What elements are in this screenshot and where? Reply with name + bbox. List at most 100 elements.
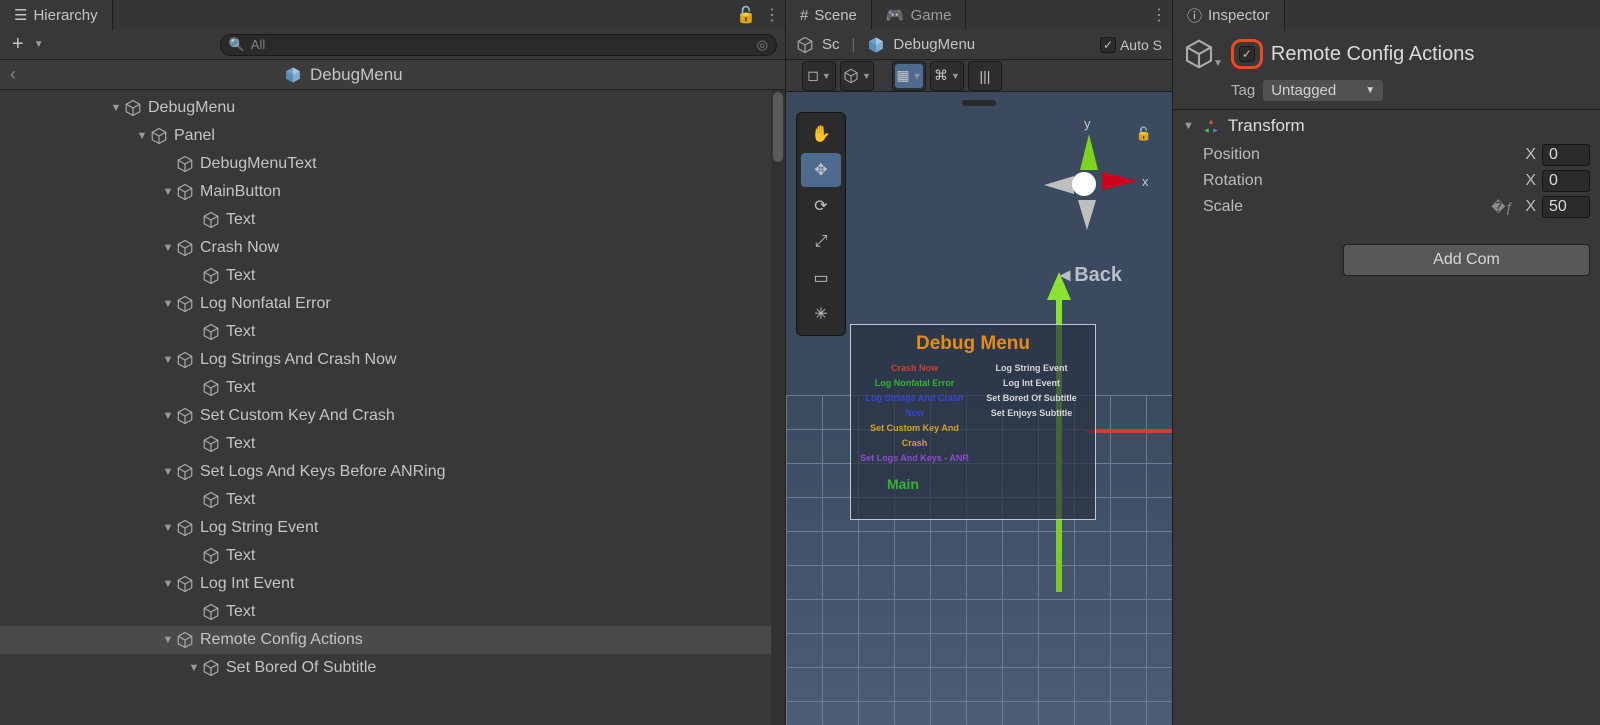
tb-group-grid: ▦▼ (892, 61, 926, 91)
active-checkbox-highlight: ✓ (1231, 39, 1263, 69)
foldout-icon[interactable]: ▼ (162, 578, 174, 590)
tree-item[interactable]: Text (0, 206, 785, 234)
axis-x: X (1525, 198, 1536, 216)
tree-item[interactable]: ▼Set Custom Key And Crash (0, 402, 785, 430)
tag-dropdown[interactable]: Untagged ▼ (1263, 80, 1383, 101)
create-dropdown-icon[interactable]: ▼ (34, 39, 44, 50)
tree-item[interactable]: Text (0, 430, 785, 458)
tag-label: Tag (1231, 82, 1255, 99)
transform-header[interactable]: ▼ Transform (1183, 116, 1590, 136)
add-component-button[interactable]: Add Com (1343, 244, 1590, 276)
tree-item[interactable]: ▼Log Nonfatal Error (0, 290, 785, 318)
crumb-current[interactable]: DebugMenu (893, 36, 975, 53)
create-button[interactable]: + (8, 33, 28, 56)
tab-scene[interactable]: # Scene (786, 0, 872, 30)
scale-row: Scale �ƒ X 50 (1183, 194, 1590, 220)
grid-button[interactable]: ▦▼ (895, 64, 923, 88)
rotate-tool[interactable]: ⟳ (801, 189, 841, 223)
orientation-gizmo[interactable]: y x 🔓 (1022, 122, 1142, 242)
hand-tool[interactable]: ✋ (801, 117, 841, 151)
move-tool[interactable]: ✥ (801, 153, 841, 187)
misc-button[interactable]: ||| (971, 64, 999, 88)
tree-item[interactable]: Text (0, 318, 785, 346)
hierarchy-tree[interactable]: ▼DebugMenu▼PanelDebugMenuText ▼ MainButton… (0, 90, 785, 725)
object-name[interactable]: Remote Config Actions (1271, 43, 1474, 66)
foldout-icon[interactable]: ▼ (162, 242, 174, 254)
constrain-icon[interactable]: �ƒ (1491, 199, 1513, 216)
foldout-icon[interactable]: ▼ (1183, 120, 1194, 132)
scale-x-field[interactable]: 50 (1542, 196, 1590, 218)
foldout-icon[interactable]: ▼ (136, 130, 148, 142)
tab-inspector[interactable]: ⓘ Inspector (1173, 0, 1285, 30)
tree-item[interactable]: ▼Crash Now (0, 234, 785, 262)
move-handle-x[interactable] (1086, 429, 1172, 433)
panel-menu-icon[interactable]: ⋮ (759, 0, 785, 30)
tree-item[interactable]: ▼Log Int Event (0, 570, 785, 598)
tree-item[interactable]: Text (0, 262, 785, 290)
tree-item[interactable]: ▼Remote Config Actions (0, 626, 785, 654)
tb-group-snap: ⌘▼ (930, 61, 964, 91)
tree-item[interactable]: ▼ Set Bored Of Subtitle (0, 654, 785, 682)
foldout-icon[interactable]: ▼ (162, 186, 174, 198)
breadcrumb: ‹ DebugMenu (0, 60, 785, 90)
gizmo-lock-icon[interactable]: 🔓 (1136, 126, 1152, 142)
tab-game[interactable]: 🎮 Game (872, 0, 967, 30)
rotation-x-field[interactable]: 0 (1542, 170, 1590, 192)
foldout-icon[interactable]: ▼ (162, 522, 174, 534)
tree-item[interactable]: Text (0, 598, 785, 626)
tree-item[interactable]: DebugMenuText (0, 150, 785, 178)
search-placeholder: All (251, 37, 265, 52)
rotation-label: Rotation (1183, 172, 1519, 190)
foldout-icon[interactable]: ▼ (162, 466, 174, 478)
foldout-icon[interactable]: ▼ (162, 634, 174, 646)
scrollbar-thumb[interactable] (773, 92, 783, 162)
tree-item[interactable]: ▼ Log String Event (0, 514, 785, 542)
rect-tool[interactable]: ▭ (801, 261, 841, 295)
breadcrumb-back-icon[interactable]: ‹ (10, 64, 16, 85)
scrollbar[interactable] (771, 90, 785, 725)
search-target-icon[interactable]: ◎ (757, 37, 768, 53)
breadcrumb-label[interactable]: DebugMenu (310, 65, 403, 85)
search-input[interactable]: 🔍 All ◎ (220, 34, 777, 56)
transform-icon (1202, 117, 1220, 135)
overlay-grip[interactable] (962, 100, 996, 106)
foldout-icon[interactable]: ▼ (188, 662, 200, 674)
prefab-icon (284, 66, 302, 84)
gameobject-icon (202, 267, 220, 285)
tree-item[interactable]: Text (0, 486, 785, 514)
tree-item[interactable]: Text (0, 374, 785, 402)
gameobject-icon (176, 407, 194, 425)
foldout-icon[interactable]: ▼ (162, 354, 174, 366)
foldout-icon[interactable]: ▼ (162, 410, 174, 422)
pivot-button[interactable]: ▼ (843, 64, 871, 88)
auto-checkbox[interactable]: ✓ Auto S (1100, 37, 1162, 53)
draw-mode-button[interactable]: ◻▼ (805, 64, 833, 88)
foldout-icon[interactable]: ▼ (110, 102, 122, 114)
tree-item-label: MainButton (200, 183, 281, 201)
tree-item[interactable]: ▼ Set Logs And Keys Before ANRing (0, 458, 785, 486)
crumb-prefix[interactable]: Sc (822, 36, 840, 53)
position-x-field[interactable]: 0 (1542, 144, 1590, 166)
tab-hierarchy[interactable]: ☰ Hierarchy (0, 0, 113, 30)
tree-item[interactable]: Text (0, 542, 785, 570)
scale-tool[interactable]: ⤢ (801, 225, 841, 259)
tree-item[interactable]: ▼DebugMenu (0, 94, 785, 122)
snap-button[interactable]: ⌘▼ (933, 64, 961, 88)
scene-tabbar: # Scene 🎮 Game ⋮ (786, 0, 1172, 30)
tree-item-label: Set Logs And Keys Before ANRing (200, 463, 445, 481)
scene-view[interactable]: ✋ ✥ ⟳ ⤢ ▭ ✳ y x 🔓 Back Debug Menu Crash … (786, 92, 1172, 725)
tree-item[interactable]: ▼ MainButton (0, 178, 785, 206)
lock-icon[interactable]: 🔓 (733, 0, 759, 30)
foldout-icon[interactable]: ▼ (162, 298, 174, 310)
prefab-caret-icon[interactable]: ▼ (1213, 58, 1223, 69)
tree-item[interactable]: ▼Panel (0, 122, 785, 150)
gameobject-icon (202, 435, 220, 453)
auto-label: Auto S (1120, 37, 1162, 53)
scene-menu-icon[interactable]: ⋮ (1146, 0, 1172, 30)
transform-tool[interactable]: ✳ (801, 297, 841, 331)
tree-item-label: Set Bored Of Subtitle (226, 659, 376, 677)
tree-item-label: Log String Event (200, 519, 318, 537)
debug-menu-item: Crash Now (859, 361, 970, 376)
active-checkbox[interactable]: ✓ (1239, 46, 1255, 62)
tree-item[interactable]: ▼Log Strings And Crash Now (0, 346, 785, 374)
